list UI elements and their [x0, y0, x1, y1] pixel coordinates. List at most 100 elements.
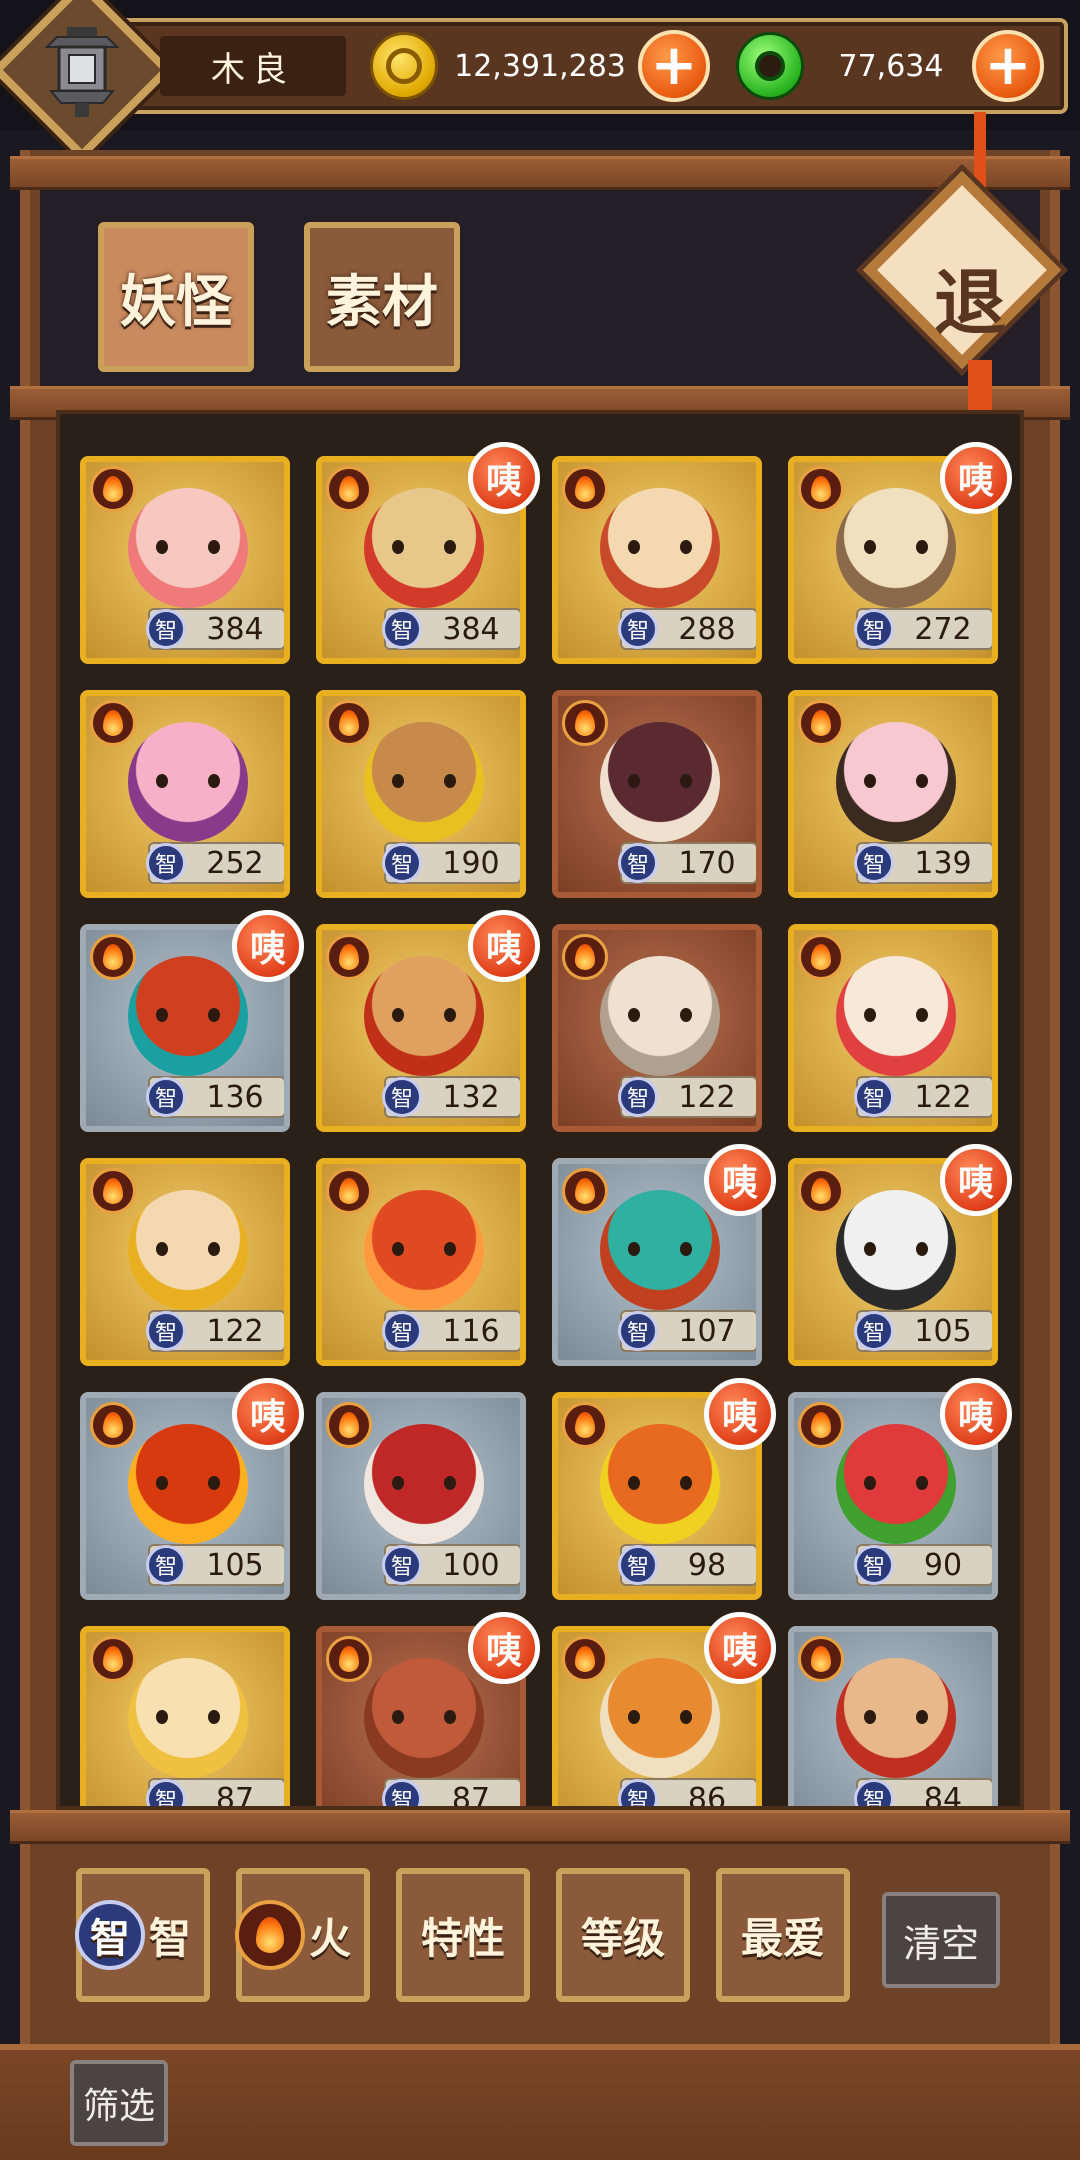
player-name: 木良	[160, 36, 346, 96]
monster-portrait	[836, 1424, 956, 1544]
intelligence-value: 132	[442, 1079, 500, 1115]
sigh-notification-badge[interactable]: 咦	[468, 1612, 540, 1684]
monster-portrait	[364, 1190, 484, 1310]
monster-portrait	[600, 488, 720, 608]
intelligence-stat: 智 384	[146, 608, 284, 650]
fire-element-icon	[562, 1402, 608, 1448]
intelligence-value: 139	[914, 845, 972, 881]
monster-portrait	[600, 722, 720, 842]
monster-portrait	[364, 722, 484, 842]
sigh-notification-badge[interactable]: 咦	[232, 910, 304, 982]
lower-beam	[10, 1810, 1070, 1844]
monster-portrait	[128, 1424, 248, 1544]
exit-button[interactable]: 退	[900, 226, 1040, 366]
monster-portrait	[364, 1658, 484, 1778]
intelligence-icon: 智	[146, 609, 186, 649]
monster-portrait	[600, 956, 720, 1076]
intelligence-stat: 智 122	[146, 1310, 284, 1352]
filter-favorite-button[interactable]: 最爱	[716, 1868, 850, 2002]
fire-element-icon	[90, 1636, 136, 1682]
add-jade-button[interactable]: +	[972, 30, 1044, 102]
filter-level-button[interactable]: 等级	[556, 1868, 690, 2002]
intelligence-icon: 智	[146, 1311, 186, 1351]
intelligence-stat: 智 288	[618, 608, 756, 650]
monster-card[interactable]: 智 122	[788, 924, 998, 1132]
jade-amount: 77,634	[838, 48, 944, 84]
fire-icon	[234, 1900, 305, 1970]
monster-card[interactable]: 智 252	[80, 690, 290, 898]
intelligence-value: 105	[206, 1547, 264, 1583]
monster-card[interactable]: 智 139	[788, 690, 998, 898]
intelligence-icon: 智	[854, 1077, 894, 1117]
intelligence-icon: 智	[382, 1779, 422, 1806]
fire-element-icon	[326, 1402, 372, 1448]
gold-amount: 12,391,283	[454, 48, 626, 84]
sigh-notification-badge[interactable]: 咦	[232, 1378, 304, 1450]
monster-portrait	[364, 956, 484, 1076]
intelligence-value: 272	[914, 611, 972, 647]
jade-coin-icon	[736, 32, 804, 100]
intelligence-stat: 智 87	[382, 1778, 520, 1806]
monster-card[interactable]: 智 87	[80, 1626, 290, 1810]
fire-element-icon	[90, 1402, 136, 1448]
screen-filter-button[interactable]: 筛选	[70, 2060, 168, 2146]
intelligence-icon: 智	[382, 1077, 422, 1117]
monster-portrait	[600, 1190, 720, 1310]
intelligence-value: 252	[206, 845, 264, 881]
fire-element-icon	[562, 466, 608, 512]
intelligence-value: 87	[215, 1781, 255, 1810]
monster-card[interactable]: 智 116	[316, 1158, 526, 1366]
monster-card[interactable]: 智 100	[316, 1392, 526, 1600]
sigh-notification-badge[interactable]: 咦	[940, 1144, 1012, 1216]
sigh-notification-badge[interactable]: 咦	[704, 1144, 776, 1216]
filter-intelligence-button[interactable]: 智 智	[74, 1868, 210, 2002]
clear-filters-button[interactable]: 清空	[882, 1892, 1000, 1988]
add-gold-button[interactable]: +	[638, 30, 710, 102]
intelligence-value: 105	[914, 1313, 972, 1349]
sigh-notification-badge[interactable]: 咦	[940, 1378, 1012, 1450]
monster-card[interactable]: 智 384	[80, 456, 290, 664]
intelligence-stat: 智 384	[382, 608, 520, 650]
intelligence-stat: 智 122	[854, 1076, 992, 1118]
filter-fire-label: 火	[308, 1913, 351, 1963]
intelligence-icon: 智	[74, 1900, 145, 1970]
sigh-notification-badge[interactable]: 咦	[468, 442, 540, 514]
top-beam	[10, 156, 1070, 190]
intelligence-icon: 智	[146, 1779, 186, 1806]
intelligence-stat: 智 170	[618, 842, 756, 884]
monster-card[interactable]: 智 170	[552, 690, 762, 898]
intelligence-stat: 智 100	[382, 1544, 520, 1586]
sigh-notification-badge[interactable]: 咦	[940, 442, 1012, 514]
monster-card[interactable]: 智 288	[552, 456, 762, 664]
intelligence-icon: 智	[146, 1545, 186, 1585]
sigh-notification-badge[interactable]: 咦	[468, 910, 540, 982]
sigh-notification-badge[interactable]: 咦	[704, 1378, 776, 1450]
intelligence-icon: 智	[854, 609, 894, 649]
intelligence-icon: 智	[146, 1077, 186, 1117]
lantern-avatar-icon[interactable]	[32, 16, 132, 126]
intelligence-value: 288	[678, 611, 736, 647]
sigh-notification-badge[interactable]: 咦	[704, 1612, 776, 1684]
tab-materials[interactable]: 素材	[304, 222, 460, 372]
intelligence-value: 98	[687, 1547, 727, 1583]
monster-card[interactable]: 智 122	[80, 1158, 290, 1366]
filter-fire-button[interactable]: 火	[234, 1868, 370, 2002]
intelligence-value: 170	[678, 845, 736, 881]
fire-element-icon	[326, 1636, 372, 1682]
intelligence-value: 136	[206, 1079, 264, 1115]
filter-trait-button[interactable]: 特性	[396, 1868, 530, 2002]
monster-portrait	[128, 956, 248, 1076]
tab-monsters[interactable]: 妖怪	[98, 222, 254, 372]
fire-element-icon	[90, 934, 136, 980]
monster-portrait	[128, 1658, 248, 1778]
intelligence-icon: 智	[618, 1077, 658, 1117]
monster-portrait	[128, 488, 248, 608]
intelligence-icon: 智	[854, 1311, 894, 1351]
intelligence-stat: 智 190	[382, 842, 520, 884]
monster-portrait	[600, 1424, 720, 1544]
monster-card[interactable]: 智 84	[788, 1626, 998, 1806]
monster-card[interactable]: 智 122	[552, 924, 762, 1132]
intelligence-value: 384	[442, 611, 500, 647]
intelligence-icon: 智	[618, 1545, 658, 1585]
monster-card[interactable]: 智 190	[316, 690, 526, 898]
